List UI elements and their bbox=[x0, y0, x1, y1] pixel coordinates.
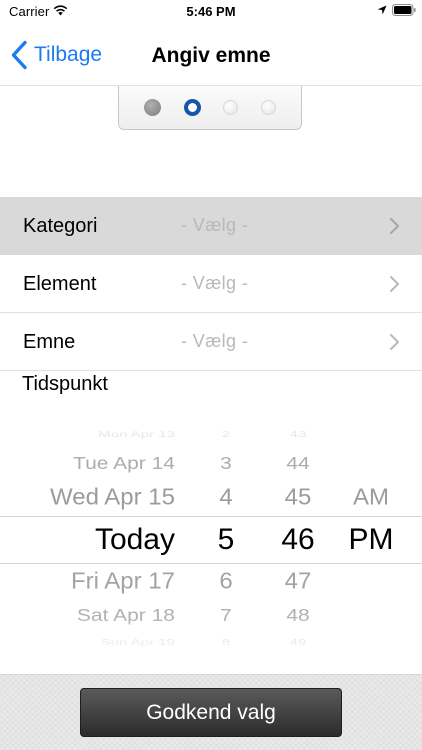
picker-ampm-option: AM bbox=[353, 484, 389, 511]
page-title: Angiv emne bbox=[151, 44, 271, 67]
navigation-bar: Tilbage Angiv emne bbox=[0, 24, 422, 86]
picker-selection-bottom-line bbox=[0, 563, 422, 564]
picker-hour-option: 8 bbox=[221, 637, 231, 648]
picker-day-option: Tue Apr 14 bbox=[73, 454, 175, 474]
row-label: Element bbox=[23, 273, 97, 295]
row-value: - Vælg - bbox=[181, 331, 249, 351]
row-element[interactable]: Element - Vælg - bbox=[0, 255, 422, 313]
picker-minute-option: 49 bbox=[289, 637, 307, 648]
picker-hour-option: 6 bbox=[219, 568, 233, 595]
picker-hour-selected: 5 bbox=[217, 523, 235, 556]
picker-minute-option: 44 bbox=[286, 454, 310, 474]
chevron-right-icon bbox=[390, 334, 399, 350]
picker-hour-option: 7 bbox=[220, 606, 232, 626]
battery-icon bbox=[392, 4, 416, 16]
picker-minute-option: 48 bbox=[286, 606, 310, 626]
app-screen: Carrier 5:46 PM Tilbage Angiv emne Kateg… bbox=[0, 0, 422, 750]
location-arrow-icon bbox=[377, 5, 387, 15]
picker-selection-top-line bbox=[0, 516, 422, 517]
bottom-toolbar: Godkend valg bbox=[0, 674, 422, 750]
picker-day-selected: Today bbox=[94, 523, 175, 556]
chevron-right-icon bbox=[390, 276, 399, 292]
row-kategori[interactable]: Kategori - Vælg - bbox=[0, 197, 422, 255]
picker-day-option: Fri Apr 17 bbox=[70, 568, 175, 595]
row-value: - Vælg - bbox=[181, 215, 249, 235]
time-section-label: Tidspunkt bbox=[22, 373, 108, 395]
picker-hour-option: 3 bbox=[220, 454, 232, 474]
picker-day-option: Sat Apr 18 bbox=[76, 606, 175, 626]
step-dot-pending bbox=[260, 100, 276, 115]
step-dot-pending bbox=[223, 100, 239, 115]
confirm-button[interactable]: Godkend valg bbox=[80, 688, 342, 737]
date-time-picker[interactable]: Mon Apr 13 Tue Apr 14 Wed Apr 15 Today Fri A… bbox=[0, 416, 422, 656]
chevron-right-icon bbox=[390, 218, 399, 234]
picker-day-option: Sun Apr 19 bbox=[100, 637, 175, 648]
status-bar: Carrier 5:46 PM bbox=[0, 0, 422, 24]
step-indicator bbox=[118, 86, 302, 130]
row-value: - Vælg - bbox=[181, 273, 249, 293]
step-dot-current bbox=[183, 99, 201, 116]
step-dot-completed bbox=[144, 99, 162, 116]
picker-hour-option: 2 bbox=[221, 429, 231, 440]
row-label: Emne bbox=[23, 331, 76, 353]
picker-day-option: Mon Apr 13 bbox=[98, 429, 175, 440]
picker-day-option: Wed Apr 15 bbox=[50, 484, 175, 511]
status-clock: 5:46 PM bbox=[186, 4, 236, 19]
picker-hour-option: 4 bbox=[219, 484, 233, 511]
picker-ampm-selected: PM bbox=[348, 523, 394, 556]
picker-minute-option: 47 bbox=[284, 568, 312, 595]
row-emne[interactable]: Emne - Vælg - bbox=[0, 313, 422, 371]
row-label: Kategori bbox=[23, 215, 98, 237]
picker-minute-option: 43 bbox=[289, 429, 307, 440]
